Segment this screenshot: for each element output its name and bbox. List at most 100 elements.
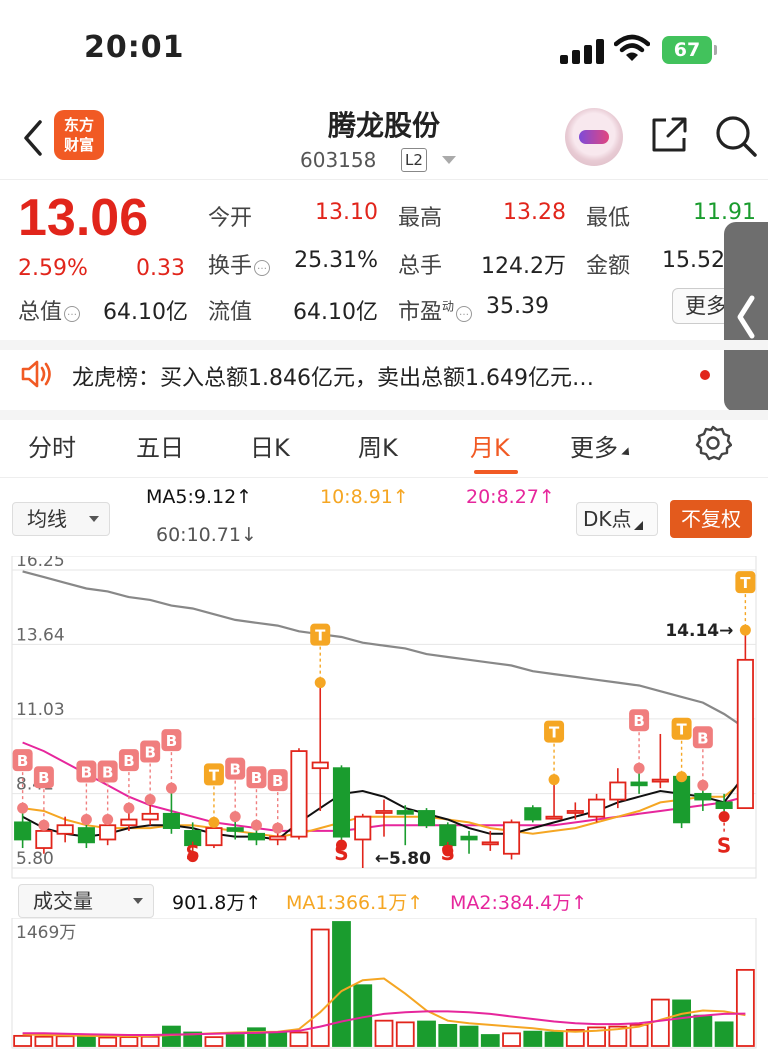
volume-bar bbox=[523, 1030, 543, 1047]
signal-dot bbox=[165, 782, 177, 794]
volume-y-tick-label: 1469万 bbox=[16, 923, 76, 943]
volume-bar bbox=[76, 1034, 96, 1047]
volume-bar bbox=[204, 1036, 224, 1047]
tab-daily-k[interactable]: 日K bbox=[250, 428, 290, 463]
volume-bar bbox=[55, 1035, 75, 1047]
candle-body bbox=[375, 810, 393, 814]
last-price: 13.06 bbox=[18, 189, 149, 247]
candle-body bbox=[226, 827, 244, 832]
signal-dot bbox=[697, 779, 709, 791]
signal-dot bbox=[17, 802, 29, 814]
volume-chart[interactable]: 1469万 bbox=[0, 918, 768, 1054]
candle-body bbox=[715, 801, 733, 810]
candle-body bbox=[99, 824, 117, 841]
candle-body bbox=[524, 807, 542, 821]
tab-five-day[interactable]: 五日 bbox=[136, 428, 184, 463]
market-cap-info-icon[interactable]: … bbox=[64, 306, 81, 322]
hands-label: 总手 bbox=[398, 254, 443, 279]
turnover-label: 换手… bbox=[208, 248, 271, 280]
y-tick-label: 13.64 bbox=[16, 625, 65, 645]
dk-point-button[interactable]: DK点 bbox=[576, 502, 658, 536]
amount-label: 金额 bbox=[586, 254, 631, 279]
signal-dot bbox=[272, 822, 284, 834]
float-cap-label: 流值 bbox=[208, 300, 253, 325]
search-icon[interactable] bbox=[714, 114, 758, 158]
low-label: 最低 bbox=[586, 206, 631, 231]
high-label: 最高 bbox=[398, 206, 443, 231]
trade-signal-label: T bbox=[549, 724, 560, 742]
candle-body bbox=[460, 835, 478, 841]
signal-dot bbox=[676, 771, 688, 783]
stock-name: 腾龙股份 bbox=[327, 109, 440, 142]
high-annotation: 14.14→ bbox=[665, 621, 733, 641]
volume-bar bbox=[438, 1023, 458, 1047]
candle-body bbox=[311, 761, 329, 770]
buy-signal-label: B bbox=[102, 764, 113, 782]
tab-weekly-k[interactable]: 周K bbox=[358, 428, 398, 463]
adjust-button[interactable]: 不复权 bbox=[670, 500, 752, 538]
market-cap-label: 总值… bbox=[18, 294, 81, 326]
turnover-info-icon[interactable]: … bbox=[254, 260, 271, 276]
buy-signal-label: B bbox=[81, 764, 92, 782]
signal-dot bbox=[548, 774, 560, 786]
volume-bar bbox=[225, 1034, 245, 1047]
gear-icon[interactable] bbox=[694, 424, 732, 462]
share-icon[interactable] bbox=[648, 114, 690, 156]
battery-icon: 67 bbox=[662, 36, 717, 64]
candle-body bbox=[566, 810, 584, 814]
ma20-readout: 20:8.27↑ bbox=[466, 486, 555, 508]
tab-intraday[interactable]: 分时 bbox=[28, 428, 76, 463]
market-cap-value: 64.10亿 bbox=[103, 300, 188, 325]
volume-bar bbox=[459, 1025, 479, 1047]
candle-body bbox=[35, 830, 53, 849]
kline-chart[interactable]: 16.2513.6411.038.415.80BBBBBBBSTBBBTSSTB… bbox=[0, 556, 768, 880]
buy-signal-label: B bbox=[229, 761, 240, 779]
tab-more[interactable]: 更多 bbox=[570, 428, 633, 463]
candle-body bbox=[481, 841, 499, 846]
pe-label: 市盈动… bbox=[398, 294, 473, 326]
buy-signal-label: B bbox=[38, 769, 49, 787]
candle-body bbox=[736, 658, 754, 810]
stock-code: 603158 bbox=[300, 148, 377, 172]
candle-body bbox=[290, 750, 308, 838]
volume-bar bbox=[34, 1035, 54, 1047]
candle-body bbox=[14, 821, 32, 841]
buy-signal-label: B bbox=[251, 769, 262, 787]
volume-bar bbox=[162, 1025, 181, 1047]
volume-readout: 901.8万↑ bbox=[172, 892, 262, 914]
eastmoney-logo[interactable]: 东方 财富 bbox=[54, 110, 104, 160]
level-dropdown-icon[interactable] bbox=[442, 156, 456, 164]
level2-badge[interactable]: L2 bbox=[401, 148, 427, 172]
trade-signal-label: T bbox=[676, 721, 687, 739]
candle-body bbox=[332, 767, 351, 838]
candle-body bbox=[120, 818, 138, 827]
candle-body bbox=[502, 821, 521, 855]
candle-body bbox=[141, 812, 159, 821]
back-arrow-icon[interactable] bbox=[18, 118, 48, 158]
volume-bar bbox=[502, 1032, 521, 1047]
indicator-dropdown[interactable]: 均线 bbox=[12, 502, 110, 536]
signal-dot bbox=[144, 794, 156, 806]
active-tab-indicator bbox=[474, 470, 518, 474]
buy-signal-label: B bbox=[166, 732, 177, 750]
ai-assistant-avatar[interactable] bbox=[565, 108, 623, 166]
candle-body bbox=[545, 815, 563, 820]
y-tick-label: 16.25 bbox=[16, 556, 65, 571]
ma60-readout: 60:10.71↓ bbox=[156, 524, 257, 546]
candle-body bbox=[588, 798, 606, 818]
candle-body bbox=[651, 778, 669, 783]
turnover-value: 25.31% bbox=[294, 248, 378, 273]
volume-bar bbox=[289, 1031, 309, 1047]
signal-dot bbox=[229, 811, 241, 823]
buy-signal-label: B bbox=[633, 712, 644, 730]
volume-bar bbox=[332, 921, 351, 1047]
volume-bar bbox=[714, 1021, 734, 1047]
speaker-icon bbox=[21, 360, 51, 388]
candle-body bbox=[354, 815, 372, 841]
ticker-text[interactable]: 龙虎榜：买入总额1.846亿元，卖出总额1.649亿元… bbox=[72, 360, 594, 392]
status-time: 20:01 bbox=[84, 30, 185, 65]
tab-monthly-k[interactable]: 月K bbox=[470, 428, 510, 463]
volume-indicator-dropdown[interactable]: 成交量 bbox=[18, 884, 154, 918]
volume-bar bbox=[480, 1034, 500, 1047]
y-tick-label: 5.80 bbox=[16, 849, 54, 869]
